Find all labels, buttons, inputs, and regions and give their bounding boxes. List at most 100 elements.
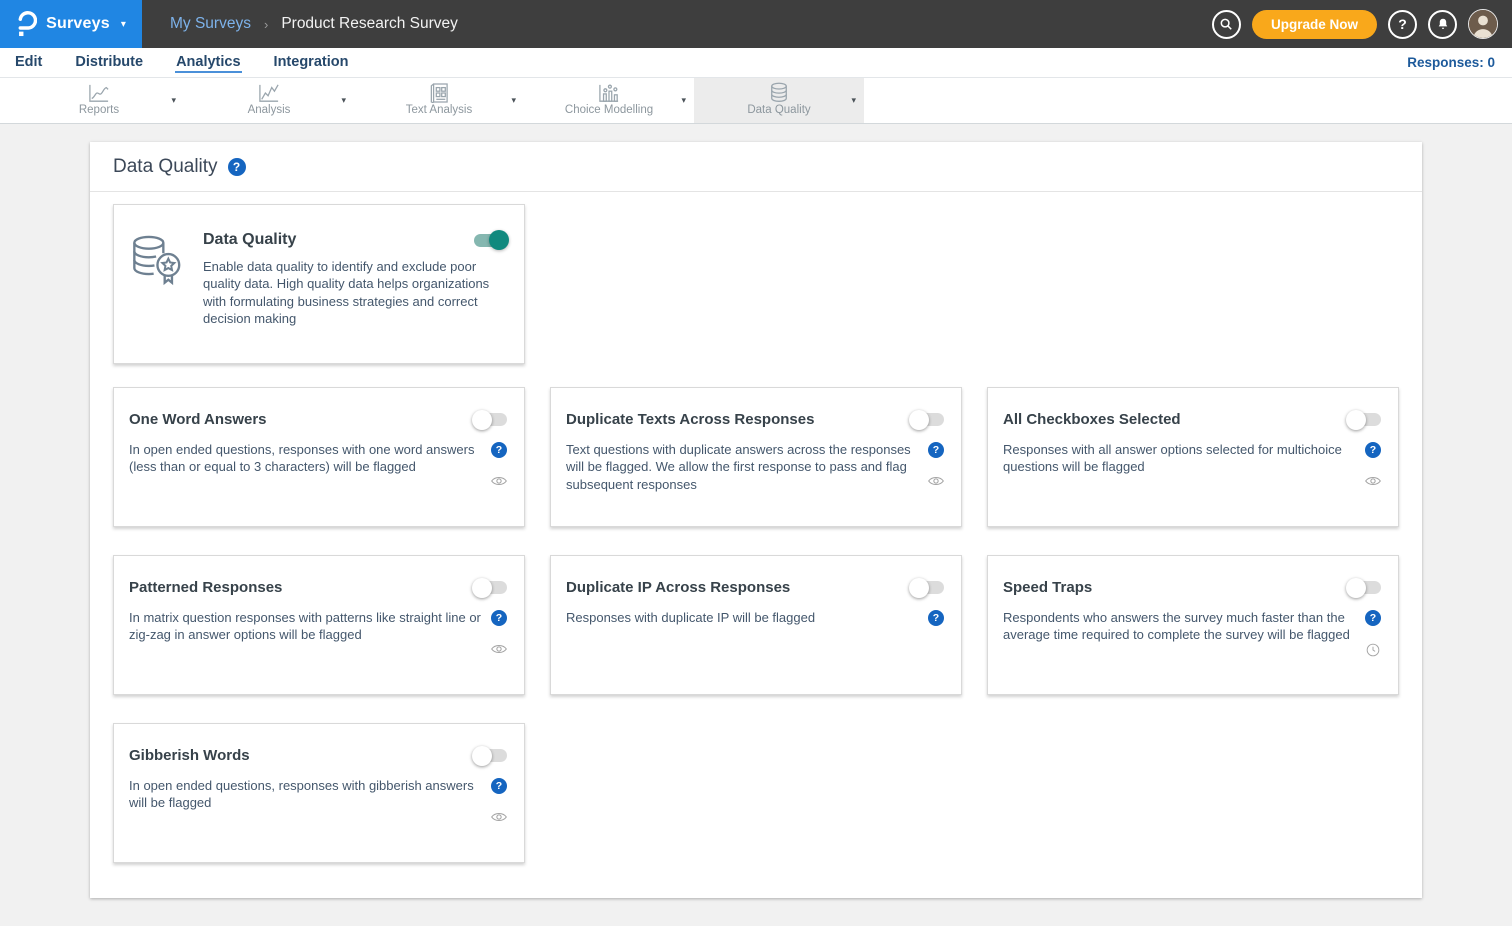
avatar[interactable] — [1468, 9, 1498, 39]
feature-description: Responses with all answer options select… — [1003, 441, 1363, 487]
chevron-down-icon: ▾ — [121, 19, 126, 30]
feature-toggle[interactable] — [910, 581, 944, 594]
eye-icon[interactable] — [491, 811, 507, 823]
data-quality-master-toggle[interactable] — [474, 234, 508, 247]
feature-side-icons: ? — [489, 609, 509, 655]
help-icon[interactable]: ? — [491, 610, 507, 626]
help-icon[interactable]: ? — [928, 610, 944, 626]
help-circle-icon[interactable]: ? — [1388, 10, 1417, 39]
toolbar-tab-analysis[interactable]: Analysis ▾ — [184, 78, 354, 123]
chevron-down-icon[interactable]: ▾ — [511, 95, 516, 106]
text-analysis-document-icon — [430, 83, 448, 103]
toolbar-tab-choice-modelling[interactable]: Choice Modelling ▾ — [524, 78, 694, 123]
feature-toggle[interactable] — [1347, 413, 1381, 426]
clock-icon[interactable] — [1366, 643, 1380, 657]
eye-icon[interactable] — [491, 643, 507, 655]
feature-side-icons: ? — [489, 441, 509, 487]
master-card-description: Enable data quality to identify and excl… — [203, 258, 508, 327]
search-icon[interactable] — [1212, 10, 1241, 39]
feature-toggle[interactable] — [473, 581, 507, 594]
nav-item-integration[interactable]: Integration — [273, 52, 350, 73]
toolbar-tab-text-analysis[interactable]: Text Analysis ▾ — [354, 78, 524, 123]
breadcrumb: My Surveys › Product Research Survey — [170, 15, 458, 33]
feature-description: In open ended questions, responses with … — [129, 441, 489, 487]
feature-toggle[interactable] — [473, 413, 507, 426]
toggle-knob — [472, 578, 492, 598]
toggle-knob — [909, 578, 929, 598]
help-icon[interactable]: ? — [928, 442, 944, 458]
feature-title: One Word Answers — [129, 411, 267, 428]
nav-item-edit[interactable]: Edit — [14, 52, 43, 73]
feature-description: Responses with duplicate IP will be flag… — [566, 609, 926, 626]
feature-card-patterned-responses: Patterned Responses In matrix question r… — [113, 555, 525, 695]
feature-title: Gibberish Words — [129, 747, 250, 764]
feature-card-duplicate-texts-across-responses: Duplicate Texts Across Responses Text qu… — [550, 387, 962, 527]
tab-label: Reports — [79, 104, 119, 116]
notifications-bell-icon[interactable] — [1428, 10, 1457, 39]
help-icon[interactable]: ? — [1365, 442, 1381, 458]
tab-main: Data Quality — [694, 78, 864, 123]
upgrade-now-button[interactable]: Upgrade Now — [1252, 10, 1377, 39]
help-icon[interactable]: ? — [1365, 610, 1381, 626]
feature-title: Duplicate IP Across Responses — [566, 579, 790, 596]
feature-title: Duplicate Texts Across Responses — [566, 411, 814, 428]
tab-main: Reports — [14, 78, 184, 123]
chevron-down-icon[interactable]: ▾ — [341, 95, 346, 106]
chevron-down-icon[interactable]: ▾ — [681, 95, 686, 106]
toggle-knob — [472, 410, 492, 430]
breadcrumb-current-survey: Product Research Survey — [281, 15, 458, 33]
eye-icon[interactable] — [928, 475, 944, 487]
toolbar-tab-reports[interactable]: Reports ▾ — [14, 78, 184, 123]
surveys-product-menu[interactable]: Surveys ▾ — [0, 0, 142, 48]
product-name: Surveys — [46, 15, 110, 33]
analytics-toolbar: Reports ▾ Analysis ▾ — [0, 78, 1512, 124]
feature-card-gibberish-words: Gibberish Words In open ended questions,… — [113, 723, 525, 863]
tab-label: Text Analysis — [406, 104, 472, 116]
feature-title: All Checkboxes Selected — [1003, 411, 1181, 428]
feature-toggle[interactable] — [1347, 581, 1381, 594]
chevron-down-icon[interactable]: ▾ — [171, 95, 176, 106]
help-icon[interactable]: ? — [491, 442, 507, 458]
feature-side-icons: ? — [489, 777, 509, 823]
page-help-icon[interactable]: ? — [228, 158, 246, 176]
help-icon[interactable]: ? — [491, 778, 507, 794]
master-content: Data Quality Enable data quality to iden… — [203, 231, 508, 363]
topbar-actions: Upgrade Now ? — [1212, 9, 1512, 39]
nav-item-distribute[interactable]: Distribute — [74, 52, 144, 73]
feature-title: Speed Traps — [1003, 579, 1092, 596]
feature-side-icons: ? — [926, 609, 946, 626]
tab-label: Choice Modelling — [565, 104, 653, 116]
breadcrumb-separator: › — [264, 17, 268, 32]
toggle-knob — [909, 410, 929, 430]
eye-icon[interactable] — [491, 475, 507, 487]
feature-toggle[interactable] — [473, 749, 507, 762]
feature-card-one-word-answers: One Word Answers In open ended questions… — [113, 387, 525, 527]
feature-title: Patterned Responses — [129, 579, 282, 596]
responses-count: Responses: 0 — [1407, 55, 1512, 70]
feature-card-duplicate-ip-across-responses: Duplicate IP Across Responses Responses … — [550, 555, 962, 695]
panel-body: Data Quality Enable data quality to iden… — [90, 192, 1422, 863]
toggle-knob — [1346, 410, 1366, 430]
chevron-down-icon[interactable]: ▾ — [851, 95, 856, 106]
feature-card-all-checkboxes-selected: All Checkboxes Selected Responses with a… — [987, 387, 1399, 527]
toolbar-tabs: Reports ▾ Analysis ▾ — [14, 78, 864, 123]
questionpro-logo-icon — [16, 11, 37, 37]
feature-description: In open ended questions, responses with … — [129, 777, 489, 823]
toggle-knob — [472, 746, 492, 766]
breadcrumb-my-surveys[interactable]: My Surveys — [170, 15, 251, 33]
feature-description: In matrix question responses with patter… — [129, 609, 489, 655]
feature-description: Text questions with duplicate answers ac… — [566, 441, 926, 493]
nav-item-analytics[interactable]: Analytics — [175, 52, 241, 73]
survey-nav: Edit Distribute Analytics Integration Re… — [0, 48, 1512, 78]
data-quality-database-icon — [769, 83, 789, 103]
main-content: Data Quality ? — [0, 142, 1512, 926]
reports-chart-icon — [88, 83, 110, 103]
toolbar-tab-data-quality[interactable]: Data Quality ▾ — [694, 78, 864, 123]
eye-icon[interactable] — [1365, 475, 1381, 487]
survey-nav-items: Edit Distribute Analytics Integration — [14, 52, 380, 73]
tab-main: Analysis — [184, 78, 354, 123]
choice-modelling-chart-icon — [598, 83, 620, 103]
feature-toggle[interactable] — [910, 413, 944, 426]
tab-main: Choice Modelling — [524, 78, 694, 123]
tab-label: Data Quality — [747, 104, 810, 116]
